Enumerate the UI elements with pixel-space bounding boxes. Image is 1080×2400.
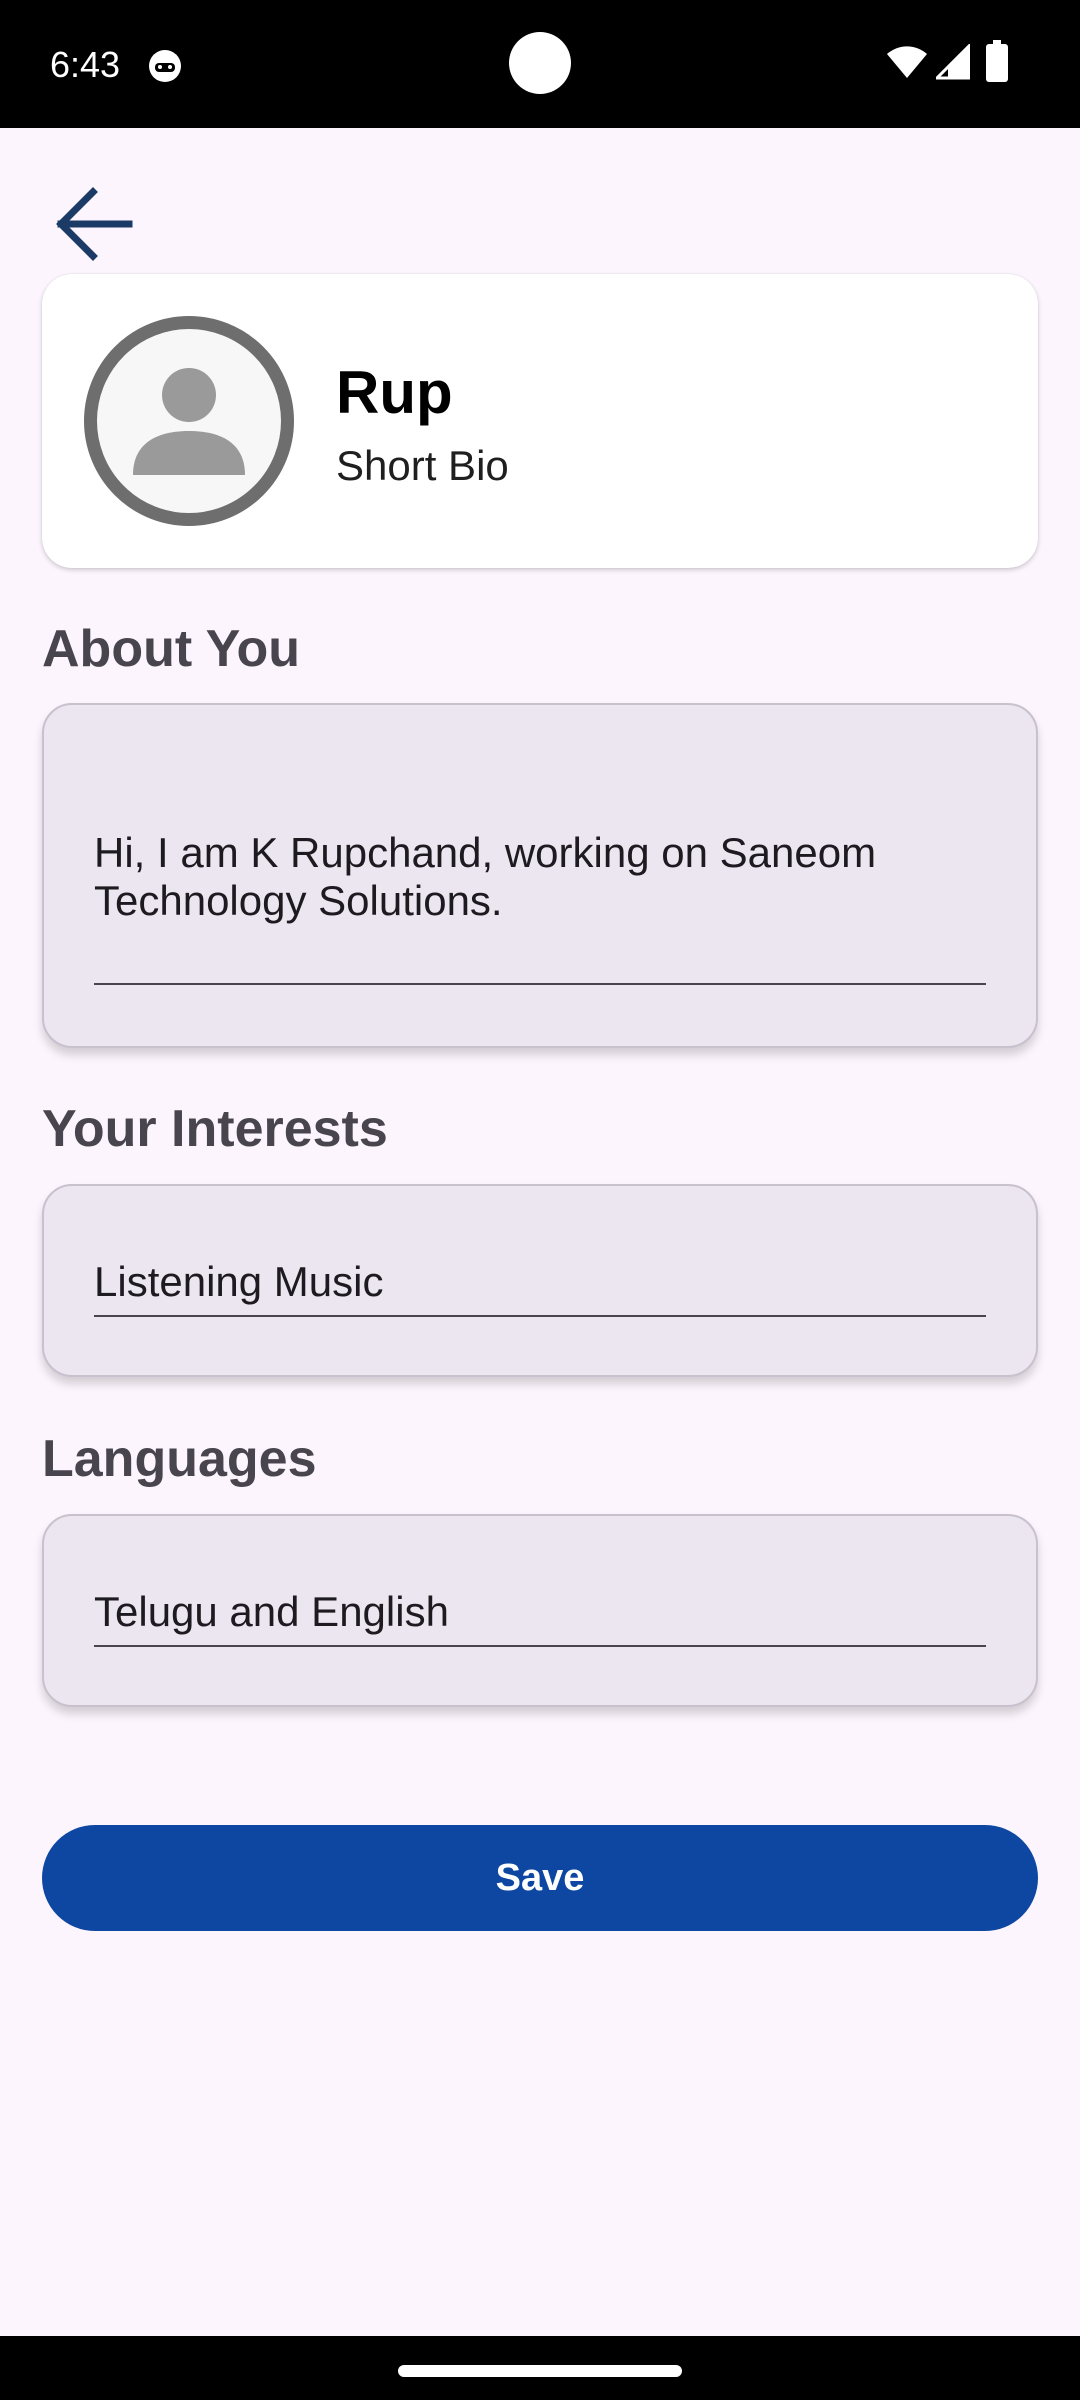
profile-name: Rup xyxy=(336,359,453,426)
arrow-back-icon xyxy=(56,187,133,261)
battery-icon xyxy=(986,40,1008,82)
languages-input[interactable]: Telugu and English xyxy=(94,1588,986,1636)
about-you-input[interactable]: Hi, I am K Rupchand, working on Saneom T… xyxy=(94,829,986,925)
save-button[interactable]: Save xyxy=(42,1825,1038,1931)
languages-field[interactable]: Telugu and English xyxy=(42,1514,1038,1707)
status-bar: 6:43 xyxy=(0,0,1080,128)
languages-label: Languages xyxy=(42,1430,317,1488)
your-interests-underline xyxy=(94,1315,986,1317)
profile-card: Rup Short Bio xyxy=(42,274,1038,568)
back-button[interactable] xyxy=(46,176,142,272)
languages-underline xyxy=(94,1645,986,1647)
person-icon xyxy=(133,368,245,475)
avatar[interactable] xyxy=(84,316,294,526)
your-interests-input[interactable]: Listening Music xyxy=(94,1258,986,1306)
cat-notification-icon xyxy=(149,50,181,82)
about-you-label: About You xyxy=(42,620,301,678)
about-you-field[interactable]: Hi, I am K Rupchand, working on Saneom T… xyxy=(42,703,1038,1048)
your-interests-label: Your Interests xyxy=(42,1100,388,1158)
camera-cutout xyxy=(509,32,571,94)
cellular-signal-icon xyxy=(936,44,970,80)
profile-short-bio: Short Bio xyxy=(336,442,509,489)
wifi-icon xyxy=(887,46,927,78)
your-interests-field[interactable]: Listening Music xyxy=(42,1184,1038,1377)
home-indicator[interactable] xyxy=(398,2365,682,2377)
status-time: 6:43 xyxy=(50,44,121,85)
about-you-underline xyxy=(94,983,986,985)
